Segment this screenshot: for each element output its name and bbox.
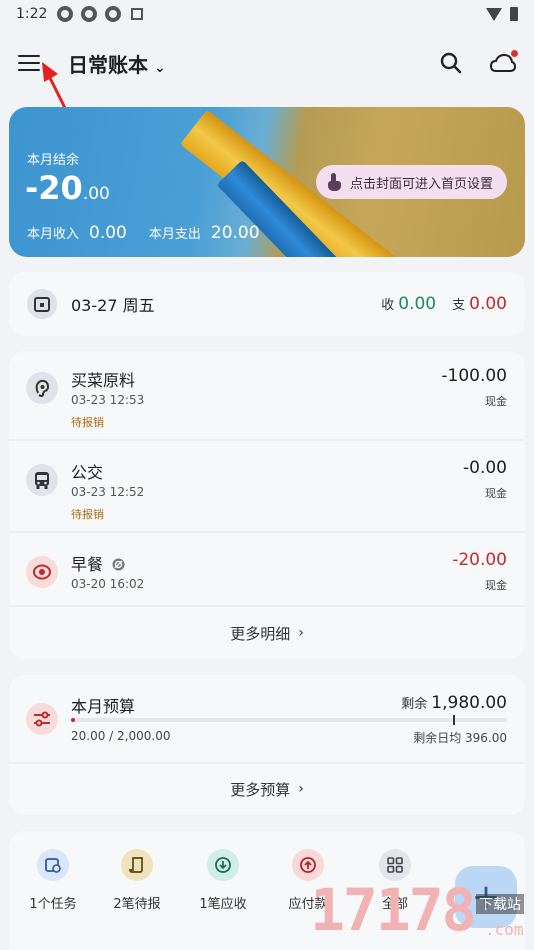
status-bar: 1:22	[0, 0, 534, 28]
no-reimburse-icon	[112, 558, 125, 571]
quick-action-label: 应付款	[288, 897, 328, 912]
quick-action-label: 1个任务	[29, 897, 77, 912]
quick-action-label: 1笔应收	[199, 897, 247, 912]
day-expense-label: 支	[452, 298, 466, 313]
transaction-amount: -20.00	[452, 550, 507, 570]
search-icon[interactable]	[438, 50, 464, 76]
day-income: 0.00	[398, 294, 437, 314]
transaction-time: 03-23 12:53	[71, 393, 145, 407]
month-stats: 本月收入 0.00 本月支出 20.00	[27, 223, 282, 243]
status-time: 1:22	[16, 6, 48, 22]
calendar-icon	[27, 289, 57, 319]
budget-used: 20.00 / 2,000.00	[71, 729, 171, 743]
chevron-right-icon: ›	[298, 625, 304, 641]
quick-action-label: 全部	[381, 897, 408, 912]
more-budget-link[interactable]: 更多预算 ›	[9, 763, 525, 815]
day-summary-card[interactable]: 03-27 周五 收 0.00 支 0.00	[9, 272, 525, 336]
menu-icon[interactable]	[18, 50, 44, 76]
cloud-sync-icon[interactable]	[490, 50, 518, 76]
balance-int: -20	[25, 169, 83, 207]
more-budget-label: 更多预算	[230, 780, 291, 799]
cover-card[interactable]: 本月结余 -20.00 本月收入 0.00 本月支出 20.00 点击封面可进入…	[9, 107, 525, 257]
battery-icon	[510, 7, 518, 21]
more-details-label: 更多明细	[230, 624, 291, 643]
month-balance: -20.00	[25, 169, 110, 207]
cover-settings-tip[interactable]: 点击封面可进入首页设置	[315, 165, 507, 199]
list-item[interactable]: 买菜原料 03-23 12:53 待报销 -100.00 现金	[9, 351, 525, 441]
notification-box-icon	[131, 8, 144, 20]
transaction-time: 03-20 16:02	[71, 577, 145, 591]
wifi-icon	[486, 7, 502, 21]
chevron-right-icon: ›	[298, 781, 304, 797]
arrow-down-circle-icon	[207, 849, 239, 881]
list-item[interactable]: 早餐 03-20 16:02 -20.00 现金	[9, 535, 525, 607]
day-expense: 0.00	[469, 294, 507, 314]
transaction-name-text: 早餐	[71, 555, 104, 574]
app-bar: 日常账本 ⌄	[0, 40, 534, 86]
transaction-list: 买菜原料 03-23 12:53 待报销 -100.00 现金 公交 03-23…	[9, 351, 525, 659]
reimburse-tag: 待报销	[71, 416, 104, 429]
reimburse-tag: 待报销	[71, 508, 104, 521]
budget-day-marker	[453, 715, 455, 725]
notification-dot	[511, 50, 518, 57]
month-expense: 20.00	[210, 223, 260, 243]
more-details-link[interactable]: 更多明细 ›	[9, 607, 525, 659]
transaction-name: 早餐	[71, 551, 125, 575]
budget-card[interactable]: 本月预算 剩余 1,980.00 20.00 / 2,000.00 剩余日均 39…	[9, 675, 525, 815]
budget-remaining-value: 1,980.00	[431, 693, 507, 713]
notification-icon	[81, 6, 98, 22]
day-totals: 收 0.00 支 0.00	[381, 294, 507, 314]
receipt-icon	[121, 849, 153, 881]
transaction-name: 公交	[71, 463, 104, 482]
month-income: 0.00	[89, 223, 127, 243]
cover-tip-text: 点击封面可进入首页设置	[349, 176, 493, 192]
notification-icon	[105, 6, 122, 22]
day-income-label: 收	[381, 298, 395, 313]
transaction-account: 现金	[485, 395, 507, 408]
budget-title: 本月预算	[71, 697, 136, 716]
quick-action-payable[interactable]: 应付款	[268, 849, 348, 912]
month-balance-label: 本月结余	[27, 153, 80, 168]
budget-progress-fill	[71, 718, 76, 722]
budget-remaining-label: 剩余	[401, 697, 428, 712]
balance-decimal: .00	[82, 184, 110, 204]
add-record-button[interactable]: +	[455, 866, 517, 928]
calendar-clock-icon	[37, 849, 69, 881]
quick-action-all[interactable]: 全部	[355, 849, 435, 912]
book-selector[interactable]: 日常账本 ⌄	[68, 49, 166, 78]
transaction-amount: -0.00	[463, 458, 507, 478]
quick-actions: 1个任务 2笔待报 1笔应收 应付款 全部	[9, 831, 525, 950]
budget-progress-bar	[71, 715, 507, 725]
ear-icon	[26, 372, 58, 404]
quick-action-reimburse[interactable]: 2笔待报	[97, 849, 177, 912]
arrow-up-circle-icon	[292, 849, 324, 881]
breakfast-icon	[26, 556, 58, 588]
transaction-name: 买菜原料	[71, 371, 136, 390]
list-item[interactable]: 公交 03-23 12:52 待报销 -0.00 现金	[9, 443, 525, 533]
month-expense-label: 本月支出	[148, 227, 201, 242]
book-title: 日常账本	[68, 52, 148, 77]
budget-remaining: 剩余 1,980.00	[401, 693, 507, 713]
quick-action-tasks[interactable]: 1个任务	[13, 849, 93, 912]
transaction-time: 03-23 12:52	[71, 485, 145, 499]
grid-icon	[379, 849, 411, 881]
quick-action-label: 2笔待报	[113, 897, 161, 912]
quick-action-receivable[interactable]: 1笔应收	[183, 849, 263, 912]
transaction-amount: -100.00	[441, 366, 507, 386]
chevron-down-icon: ⌄	[154, 59, 166, 76]
sliders-icon	[26, 703, 58, 735]
tap-hand-icon	[326, 173, 342, 191]
transaction-account: 现金	[485, 487, 507, 500]
bus-icon	[26, 464, 58, 496]
month-income-label: 本月收入	[27, 227, 80, 242]
transaction-account: 现金	[485, 579, 507, 592]
day-date: 03-27 周五	[71, 296, 155, 315]
notification-icon	[57, 6, 74, 22]
budget-daily-remaining: 剩余日均 396.00	[413, 731, 507, 745]
